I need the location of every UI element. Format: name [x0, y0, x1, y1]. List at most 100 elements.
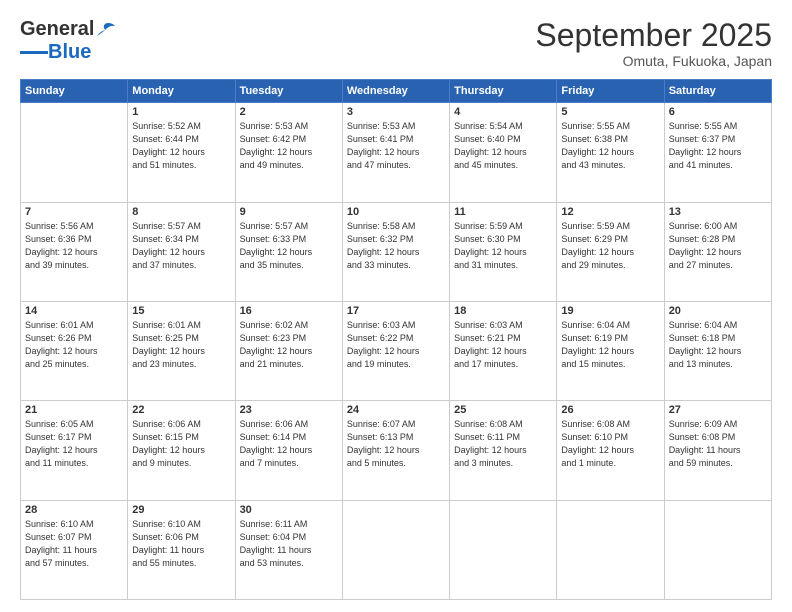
day-info: Sunrise: 5:53 AM Sunset: 6:41 PM Dayligh…	[347, 120, 445, 172]
cell-w2-d4: 10Sunrise: 5:58 AM Sunset: 6:32 PM Dayli…	[342, 202, 449, 301]
cell-w2-d7: 13 Sunrise: 6:00 AM Sunset: 6:28 PM Dayli…	[664, 202, 771, 301]
cell-w5-d6	[557, 500, 664, 599]
cell-w4-d6: 26Sunrise: 6:08 AM Sunset: 6:10 PM Dayli…	[557, 401, 664, 500]
cell-w3-d2: 15 Sunrise: 6:01 AM Sunset: 6:25 PM Dayli…	[128, 301, 235, 400]
day-info: Sunrise: 6:04 AM Sunset: 6:19 PM Dayligh…	[561, 319, 659, 371]
day-info: Sunrise: 6:09 AM Sunset: 6:08 PM Dayligh…	[669, 418, 767, 470]
month-title: September 2025	[535, 18, 772, 53]
day-number: 28	[25, 504, 123, 516]
logo: General Blue	[20, 18, 117, 64]
day-info: Sunrise: 5:58 AM Sunset: 6:32 PM Dayligh…	[347, 220, 445, 272]
logo-general: General	[20, 18, 94, 41]
cell-w5-d1: 28 Sunrise: 6:10 AM Sunset: 6:07 PM Dayli…	[21, 500, 128, 599]
cell-w1-d1	[21, 103, 128, 202]
day-number: 23	[240, 404, 338, 416]
header-sunday: Sunday	[21, 80, 128, 103]
day-number: 5	[561, 106, 659, 118]
day-number: 2	[240, 106, 338, 118]
day-number: 29	[132, 504, 230, 516]
header-wednesday: Wednesday	[342, 80, 449, 103]
day-number: 3	[347, 106, 445, 118]
day-info: Sunrise: 6:05 AM Sunset: 6:17 PM Dayligh…	[25, 418, 123, 470]
days-header-row: Sunday Monday Tuesday Wednesday Thursday…	[21, 80, 772, 103]
day-info: Sunrise: 5:57 AM Sunset: 6:34 PM Dayligh…	[132, 220, 230, 272]
header-thursday: Thursday	[450, 80, 557, 103]
cell-w1-d2: 1 Sunrise: 5:52 AM Sunset: 6:44 PM Daylig…	[128, 103, 235, 202]
day-number: 22	[132, 404, 230, 416]
cell-w4-d2: 22 Sunrise: 6:06 AM Sunset: 6:15 PM Dayli…	[128, 401, 235, 500]
cell-w1-d4: 3 Sunrise: 5:53 AM Sunset: 6:41 PM Daylig…	[342, 103, 449, 202]
day-info: Sunrise: 5:59 AM Sunset: 6:29 PM Dayligh…	[561, 220, 659, 272]
cell-w1-d5: 4Sunrise: 5:54 AM Sunset: 6:40 PM Daylig…	[450, 103, 557, 202]
cell-w4-d3: 23 Sunrise: 6:06 AM Sunset: 6:14 PM Dayli…	[235, 401, 342, 500]
day-number: 30	[240, 504, 338, 516]
day-info: Sunrise: 5:54 AM Sunset: 6:40 PM Dayligh…	[454, 120, 552, 172]
logo-blue: Blue	[48, 41, 91, 64]
header-saturday: Saturday	[664, 80, 771, 103]
header-friday: Friday	[557, 80, 664, 103]
cell-w2-d2: 8 Sunrise: 5:57 AM Sunset: 6:34 PM Daylig…	[128, 202, 235, 301]
day-number: 12	[561, 206, 659, 218]
day-number: 27	[669, 404, 767, 416]
day-info: Sunrise: 6:07 AM Sunset: 6:13 PM Dayligh…	[347, 418, 445, 470]
day-info: Sunrise: 5:55 AM Sunset: 6:38 PM Dayligh…	[561, 120, 659, 172]
cell-w4-d7: 27 Sunrise: 6:09 AM Sunset: 6:08 PM Dayli…	[664, 401, 771, 500]
day-info: Sunrise: 5:56 AM Sunset: 6:36 PM Dayligh…	[25, 220, 123, 272]
day-number: 19	[561, 305, 659, 317]
day-info: Sunrise: 6:00 AM Sunset: 6:28 PM Dayligh…	[669, 220, 767, 272]
cell-w4-d1: 21Sunrise: 6:05 AM Sunset: 6:17 PM Dayli…	[21, 401, 128, 500]
day-number: 1	[132, 106, 230, 118]
day-number: 14	[25, 305, 123, 317]
day-number: 18	[454, 305, 552, 317]
day-info: Sunrise: 6:06 AM Sunset: 6:14 PM Dayligh…	[240, 418, 338, 470]
day-info: Sunrise: 6:01 AM Sunset: 6:26 PM Dayligh…	[25, 319, 123, 371]
week-row-3: 14 Sunrise: 6:01 AM Sunset: 6:26 PM Dayli…	[21, 301, 772, 400]
day-number: 20	[669, 305, 767, 317]
day-info: Sunrise: 6:04 AM Sunset: 6:18 PM Dayligh…	[669, 319, 767, 371]
cell-w3-d3: 16Sunrise: 6:02 AM Sunset: 6:23 PM Dayli…	[235, 301, 342, 400]
day-info: Sunrise: 6:06 AM Sunset: 6:15 PM Dayligh…	[132, 418, 230, 470]
day-number: 16	[240, 305, 338, 317]
cell-w3-d4: 17Sunrise: 6:03 AM Sunset: 6:22 PM Dayli…	[342, 301, 449, 400]
header-monday: Monday	[128, 80, 235, 103]
day-info: Sunrise: 6:08 AM Sunset: 6:11 PM Dayligh…	[454, 418, 552, 470]
cell-w5-d7	[664, 500, 771, 599]
week-row-5: 28 Sunrise: 6:10 AM Sunset: 6:07 PM Dayli…	[21, 500, 772, 599]
week-row-1: 1 Sunrise: 5:52 AM Sunset: 6:44 PM Daylig…	[21, 103, 772, 202]
week-row-4: 21Sunrise: 6:05 AM Sunset: 6:17 PM Dayli…	[21, 401, 772, 500]
day-number: 13	[669, 206, 767, 218]
cell-w3-d1: 14 Sunrise: 6:01 AM Sunset: 6:26 PM Dayli…	[21, 301, 128, 400]
day-info: Sunrise: 6:01 AM Sunset: 6:25 PM Dayligh…	[132, 319, 230, 371]
day-info: Sunrise: 5:55 AM Sunset: 6:37 PM Dayligh…	[669, 120, 767, 172]
day-number: 15	[132, 305, 230, 317]
cell-w5-d2: 29 Sunrise: 6:10 AM Sunset: 6:06 PM Dayli…	[128, 500, 235, 599]
day-number: 7	[25, 206, 123, 218]
header-tuesday: Tuesday	[235, 80, 342, 103]
day-info: Sunrise: 6:03 AM Sunset: 6:22 PM Dayligh…	[347, 319, 445, 371]
day-info: Sunrise: 6:10 AM Sunset: 6:07 PM Dayligh…	[25, 518, 123, 570]
cell-w4-d5: 25 Sunrise: 6:08 AM Sunset: 6:11 PM Dayli…	[450, 401, 557, 500]
cell-w5-d3: 30 Sunrise: 6:11 AM Sunset: 6:04 PM Dayli…	[235, 500, 342, 599]
cell-w3-d7: 20 Sunrise: 6:04 AM Sunset: 6:18 PM Dayli…	[664, 301, 771, 400]
cell-w3-d6: 19 Sunrise: 6:04 AM Sunset: 6:19 PM Dayli…	[557, 301, 664, 400]
cell-w2-d1: 7 Sunrise: 5:56 AM Sunset: 6:36 PM Daylig…	[21, 202, 128, 301]
day-number: 8	[132, 206, 230, 218]
cell-w5-d5	[450, 500, 557, 599]
title-block: September 2025 Omuta, Fukuoka, Japan	[535, 18, 772, 69]
day-number: 24	[347, 404, 445, 416]
day-info: Sunrise: 6:08 AM Sunset: 6:10 PM Dayligh…	[561, 418, 659, 470]
day-number: 6	[669, 106, 767, 118]
day-info: Sunrise: 5:57 AM Sunset: 6:33 PM Dayligh…	[240, 220, 338, 272]
day-info: Sunrise: 6:10 AM Sunset: 6:06 PM Dayligh…	[132, 518, 230, 570]
day-info: Sunrise: 5:53 AM Sunset: 6:42 PM Dayligh…	[240, 120, 338, 172]
day-info: Sunrise: 6:11 AM Sunset: 6:04 PM Dayligh…	[240, 518, 338, 570]
cell-w2-d6: 12 Sunrise: 5:59 AM Sunset: 6:29 PM Dayli…	[557, 202, 664, 301]
day-number: 11	[454, 206, 552, 218]
day-info: Sunrise: 6:03 AM Sunset: 6:21 PM Dayligh…	[454, 319, 552, 371]
day-info: Sunrise: 5:52 AM Sunset: 6:44 PM Dayligh…	[132, 120, 230, 172]
week-row-2: 7 Sunrise: 5:56 AM Sunset: 6:36 PM Daylig…	[21, 202, 772, 301]
logo-bird-icon	[95, 22, 117, 38]
page: General Blue September 2025 Omuta, Fukuo…	[0, 0, 792, 612]
day-number: 25	[454, 404, 552, 416]
cell-w1-d3: 2 Sunrise: 5:53 AM Sunset: 6:42 PM Daylig…	[235, 103, 342, 202]
